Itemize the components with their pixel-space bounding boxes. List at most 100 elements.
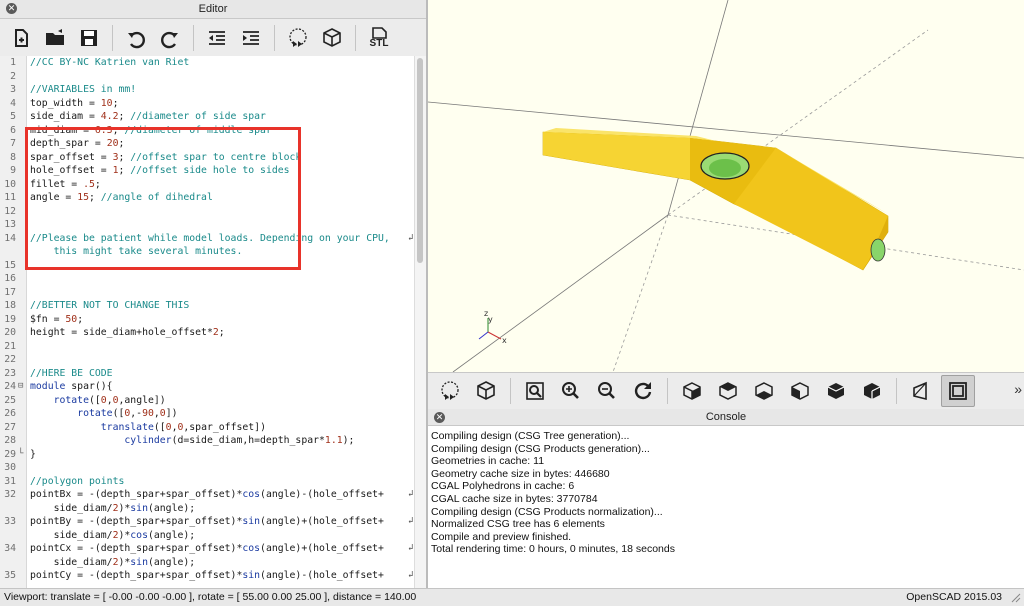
render-button[interactable] (317, 23, 347, 53)
code-token: ,spar_offset]) (183, 421, 266, 433)
code-token: //BETTER NOT TO CHANGE THIS (30, 300, 190, 311)
toolbar-overflow-button[interactable]: » (1014, 381, 1022, 397)
center-hole-inner (709, 159, 741, 177)
export-stl-button[interactable]: STL (364, 23, 394, 53)
console-line: Compile and preview finished. (431, 530, 572, 543)
zoom-all-icon (526, 382, 544, 400)
code-line[interactable]: 23 //HERE BE CODE (0, 367, 412, 381)
code-line[interactable]: 18 //BETTER NOT TO CHANGE THIS (0, 299, 412, 313)
code-line[interactable]: side_diam/2)*sin(angle); (0, 502, 412, 516)
zoom-out-button[interactable] (591, 376, 623, 406)
line-number: 27 (4, 421, 16, 433)
code-line[interactable]: 3 //VARIABLES in mm! (0, 83, 412, 97)
indent-button[interactable] (236, 23, 266, 53)
save-button[interactable] (74, 23, 104, 53)
code-text: side_diam = 4.2; //diameter of side spar (30, 110, 266, 124)
viewport-scene: z x y (428, 0, 1024, 372)
code-token: ; (77, 313, 84, 325)
view-preview-button[interactable] (434, 376, 466, 406)
code-line[interactable]: 1 //CC BY-NC Katrien van Riet (0, 56, 412, 70)
orthogonal-button[interactable] (941, 375, 975, 407)
3d-viewport[interactable]: z x y (428, 0, 1024, 372)
code-line[interactable]: 16 (0, 272, 412, 286)
open-file-button[interactable] (40, 23, 70, 53)
code-text: module spar(){ (30, 380, 113, 394)
line-number: 19 (4, 313, 16, 325)
editor-pane: ✕ Editor STL 1 //CC BY-NC Katrien van Ri… (0, 0, 426, 588)
code-text: pointCx = -(depth_spar+spar_offset)*cos(… (30, 542, 384, 556)
redo-button[interactable] (155, 23, 185, 53)
reset-view-button[interactable] (627, 376, 659, 406)
line-number: 31 (4, 475, 16, 487)
zoom-out-icon (598, 382, 615, 399)
toolbar-separator (667, 378, 668, 404)
code-line[interactable]: 4 top_width = 10; (0, 97, 412, 111)
code-token: (d=side_diam,h=depth_spar* (171, 435, 325, 446)
zoom-in-button[interactable] (555, 376, 587, 406)
perspective-button[interactable] (905, 376, 937, 406)
code-line[interactable]: 27 translate([0,0,spar_offset]) (0, 421, 412, 435)
preview-button[interactable] (283, 23, 313, 53)
code-line[interactable]: 2 (0, 70, 412, 84)
view-bottom-button[interactable] (748, 376, 780, 406)
code-line[interactable]: 24 ⊟ module spar(){ (0, 380, 412, 394)
code-text: pointBy = -(depth_spar+spar_offset)*sin(… (30, 515, 384, 529)
code-line[interactable]: 28 cylinder(d=side_diam,h=depth_spar*1.1… (0, 434, 412, 448)
scrollbar-thumb[interactable] (417, 58, 423, 263)
code-token: //HERE BE CODE (30, 367, 113, 379)
code-line[interactable]: 34 pointCx = -(depth_spar+spar_offset)*co… (0, 542, 413, 556)
code-line[interactable]: side_diam/2)*sin(angle); (0, 556, 412, 570)
new-file-button[interactable] (6, 23, 36, 53)
unindent-button[interactable] (202, 23, 232, 53)
view-render-button[interactable] (470, 376, 502, 406)
code-line[interactable]: 21 (0, 340, 412, 354)
code-line[interactable]: side_diam/2)*cos(angle); (0, 529, 412, 543)
view-left-button[interactable] (784, 376, 816, 406)
code-line[interactable]: 35 pointCy = -(depth_spar+spar_offset)*si… (0, 569, 413, 583)
code-token: (angle); (147, 529, 196, 541)
resize-grip-icon[interactable] (1011, 593, 1021, 603)
view-top-button[interactable] (712, 376, 744, 406)
code-token: 50 (65, 313, 78, 325)
code-line[interactable]: 30 (0, 461, 412, 475)
code-token: module (30, 381, 66, 392)
view-front-button[interactable] (820, 376, 852, 406)
code-token: sin (130, 556, 148, 568)
variables-highlight-box (25, 127, 301, 270)
view-all-button[interactable] (519, 376, 551, 406)
fold-marker-icon[interactable]: ⊟ (18, 380, 26, 394)
view-back-button[interactable] (856, 376, 888, 406)
undo-button[interactable] (121, 23, 151, 53)
code-token: ,angle]) (118, 394, 166, 406)
redo-icon (161, 31, 178, 49)
code-text: cylinder(d=side_diam,h=depth_spar*1.1); (30, 434, 354, 448)
line-number: 24 (4, 381, 16, 392)
code-line[interactable]: 33 pointBy = -(depth_spar+spar_offset)*si… (0, 515, 413, 529)
code-line[interactable]: 29 └} (0, 448, 412, 462)
code-editor[interactable]: 1//CC BY-NC Katrien van Riet 2 3//VARIABLE… (0, 56, 426, 588)
close-icon[interactable]: ✕ (434, 412, 445, 423)
code-line[interactable]: 25 rotate([0,0,angle]) (0, 394, 412, 408)
close-icon[interactable]: ✕ (6, 3, 17, 14)
code-token: )* (118, 502, 131, 514)
code-line[interactable]: 5 side_diam = 4.2; //diameter of side spa… (0, 110, 412, 124)
fold-marker-icon[interactable]: └ (18, 448, 26, 462)
code-line[interactable]: 19 $fn = 50; (0, 313, 412, 327)
code-token: (angle)+(hole_offset+ (260, 516, 384, 527)
editor-scrollbar[interactable] (414, 56, 426, 588)
code-token: )* (118, 556, 131, 568)
console-line: CGAL cache size in bytes: 3770784 (431, 492, 598, 505)
toolbar-separator (112, 25, 113, 51)
code-line[interactable]: 20 height = side_diam+hole_offset*2; (0, 326, 412, 340)
code-line[interactable]: 31 //polygon points (0, 475, 412, 489)
view-right-button[interactable] (676, 376, 708, 406)
code-line[interactable]: 26 rotate([0,-90,0]) (0, 407, 412, 421)
model-left-block (543, 132, 690, 180)
axis-gizmo: z x y (478, 309, 507, 345)
code-line[interactable]: 22 (0, 353, 412, 367)
code-line[interactable]: 17 (0, 286, 412, 300)
code-text: //VARIABLES in mm! (30, 83, 136, 97)
code-line[interactable]: 32 pointBx = -(depth_spar+spar_offset)*co… (0, 488, 413, 502)
